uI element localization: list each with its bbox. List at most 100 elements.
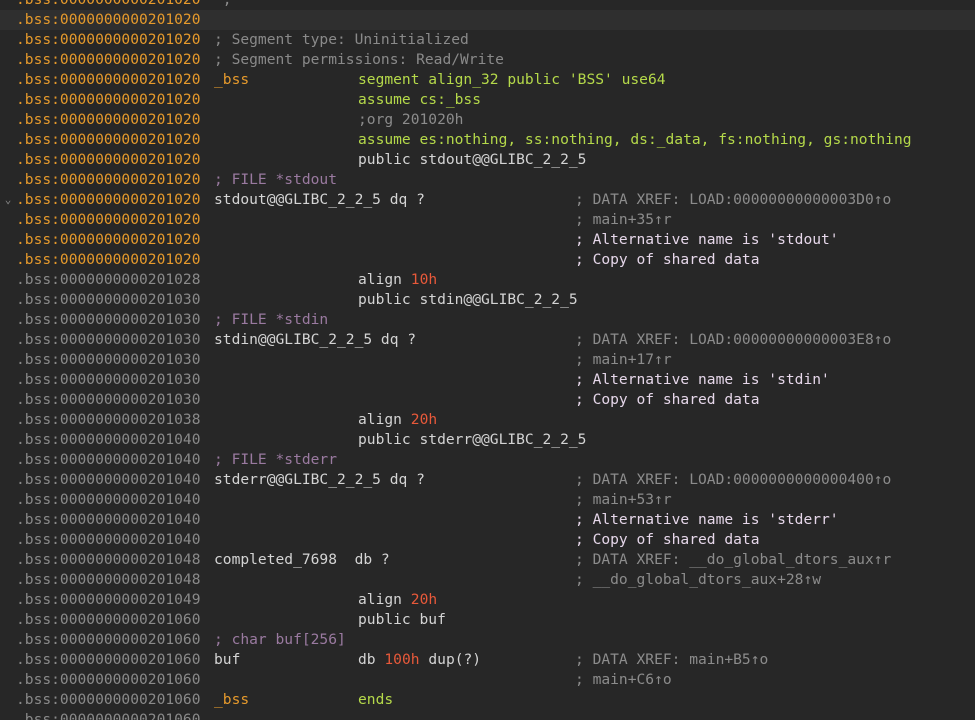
listing-line[interactable]: .bss:0000000000201048 completed_7698 db ?…: [0, 550, 975, 570]
listing-line[interactable]: .bss:0000000000201020 ; main+35↑r: [0, 210, 975, 230]
line-address[interactable]: .bss:0000000000201060: [16, 690, 201, 710]
instruction-text[interactable]: public stdout@@GLIBC_2_2_5: [358, 150, 586, 170]
listing-line[interactable]: .bss:0000000000201040 ; FILE *stderr: [0, 450, 975, 470]
line-address[interactable]: .bss:0000000000201060: [16, 670, 201, 690]
line-address[interactable]: .bss:0000000000201040: [16, 530, 201, 550]
instruction-text[interactable]: assume cs:_bss: [358, 90, 481, 110]
instruction-text[interactable]: dup(?): [420, 650, 481, 670]
collapse-chevron-icon[interactable]: ⌄: [0, 190, 16, 210]
line-address[interactable]: .bss:0000000000201020: [16, 70, 201, 90]
listing-line[interactable]: .bss:0000000000201020 assume cs:_bss: [0, 90, 975, 110]
instruction-text[interactable]: align: [358, 590, 411, 610]
line-address[interactable]: .bss:0000000000201040: [16, 490, 201, 510]
instruction-text[interactable]: public stderr@@GLIBC_2_2_5: [358, 430, 586, 450]
listing-line[interactable]: .bss:0000000000201020 assume es:nothing, …: [0, 130, 975, 150]
comment-text[interactable]: ; Copy of shared data: [575, 250, 760, 270]
line-address[interactable]: .bss:0000000000201020: [16, 90, 201, 110]
comment-text[interactable]: ;: [214, 0, 232, 10]
line-address[interactable]: .bss:0000000000201040: [16, 470, 201, 490]
comment-text[interactable]: ; FILE *stdout: [214, 170, 337, 190]
line-address[interactable]: .bss:0000000000201020: [16, 30, 201, 50]
line-address[interactable]: .bss:0000000000201020: [16, 50, 201, 70]
operand-number[interactable]: 10h: [411, 270, 437, 290]
listing-line[interactable]: .bss:0000000000201020 ; Alternative name …: [0, 230, 975, 250]
label-text[interactable]: stdin@@GLIBC_2_2_5 dq ?: [214, 330, 416, 350]
line-address[interactable]: .bss:0000000000201030: [16, 390, 201, 410]
comment-text[interactable]: ; Alternative name is 'stderr': [575, 510, 839, 530]
line-address[interactable]: .bss:0000000000201020: [16, 170, 201, 190]
line-address[interactable]: .bss:0000000000201040: [16, 450, 201, 470]
line-address[interactable]: .bss:0000000000201030: [16, 370, 201, 390]
line-address[interactable]: .bss:0000000000201020: [16, 230, 201, 250]
operand-number[interactable]: 20h: [411, 590, 437, 610]
comment-text[interactable]: ; main+53↑r: [575, 490, 672, 510]
line-address[interactable]: .bss:0000000000201028: [16, 270, 201, 290]
comment-text[interactable]: ; DATA XREF: main+B5↑o: [575, 650, 768, 670]
line-address[interactable]: .bss:0000000000201020: [16, 110, 201, 130]
comment-text[interactable]: ; main+35↑r: [575, 210, 672, 230]
instruction-text[interactable]: align: [358, 270, 411, 290]
label-text[interactable]: _bss: [214, 70, 249, 90]
instruction-text[interactable]: ends: [358, 690, 393, 710]
listing-line[interactable]: .bss:0000000000201020 ; Copy of shared da…: [0, 250, 975, 270]
listing-line[interactable]: .bss:0000000000201049 align 20h: [0, 590, 975, 610]
line-address[interactable]: .bss:0000000000201030: [16, 330, 201, 350]
comment-text[interactable]: ; DATA XREF: LOAD:00000000000003E8↑o: [575, 330, 891, 350]
listing-line[interactable]: .bss:0000000000201040 stderr@@GLIBC_2_2_5…: [0, 470, 975, 490]
line-address[interactable]: .bss:0000000000201020: [16, 10, 201, 30]
comment-text[interactable]: ; DATA XREF: LOAD:0000000000000400↑o: [575, 470, 891, 490]
line-address[interactable]: .bss:0000000000201060: [16, 650, 201, 670]
listing-line[interactable]: .bss:0000000000201030 ; Copy of shared da…: [0, 390, 975, 410]
line-address[interactable]: .bss:0000000000201048: [16, 570, 201, 590]
disassembly-listing[interactable]: .bss:0000000000201020 ;.bss:000000000020…: [0, 0, 975, 720]
comment-text[interactable]: ;org 201020h: [358, 110, 463, 130]
comment-text[interactable]: ; DATA XREF: __do_global_dtors_aux↑r: [575, 550, 891, 570]
line-address[interactable]: .bss:0000000000201030: [16, 290, 201, 310]
comment-text[interactable]: ; Alternative name is 'stdout': [575, 230, 839, 250]
listing-line[interactable]: .bss:0000000000201020: [0, 10, 975, 30]
listing-line[interactable]: .bss:0000000000201060: [0, 710, 975, 720]
line-address[interactable]: .bss:0000000000201030: [16, 350, 201, 370]
label-text[interactable]: completed_7698 db ?: [214, 550, 390, 570]
line-address[interactable]: .bss:0000000000201060: [16, 630, 201, 650]
listing-line[interactable]: .bss:0000000000201030 stdin@@GLIBC_2_2_5 …: [0, 330, 975, 350]
label-text[interactable]: _bss: [214, 690, 249, 710]
listing-line[interactable]: .bss:0000000000201020 ; Segment type: Uni…: [0, 30, 975, 50]
listing-line[interactable]: .bss:0000000000201020 ;: [0, 0, 975, 10]
listing-line[interactable]: .bss:0000000000201060 ; char buf[256]: [0, 630, 975, 650]
comment-text[interactable]: ; Segment type: Uninitialized: [214, 30, 469, 50]
listing-line[interactable]: .bss:0000000000201030 ; FILE *stdin: [0, 310, 975, 330]
listing-line[interactable]: .bss:0000000000201040 ; main+53↑r: [0, 490, 975, 510]
comment-text[interactable]: ; Copy of shared data: [575, 390, 760, 410]
line-address[interactable]: .bss:0000000000201040: [16, 510, 201, 530]
line-address[interactable]: .bss:0000000000201020: [16, 190, 201, 210]
listing-line[interactable]: .bss:0000000000201060 buf db 100h dup(?) ; …: [0, 650, 975, 670]
operand-number[interactable]: 20h: [411, 410, 437, 430]
listing-line[interactable]: .bss:0000000000201020 ;org 201020h: [0, 110, 975, 130]
line-address[interactable]: .bss:0000000000201020: [16, 130, 201, 150]
line-address[interactable]: .bss:0000000000201049: [16, 590, 201, 610]
line-address[interactable]: .bss:0000000000201048: [16, 550, 201, 570]
listing-line[interactable]: .bss:0000000000201020 public stdout@@GLIB…: [0, 150, 975, 170]
listing-line[interactable]: .bss:0000000000201060 public buf: [0, 610, 975, 630]
listing-line[interactable]: .bss:0000000000201030 ; main+17↑r: [0, 350, 975, 370]
comment-text[interactable]: ; DATA XREF: LOAD:00000000000003D0↑o: [575, 190, 891, 210]
listing-line[interactable]: .bss:0000000000201030 ; Alternative name …: [0, 370, 975, 390]
instruction-text[interactable]: align: [358, 410, 411, 430]
operand-number[interactable]: 100h: [384, 650, 419, 670]
comment-text[interactable]: ; FILE *stdin: [214, 310, 328, 330]
line-address[interactable]: .bss:0000000000201020: [16, 210, 201, 230]
line-address[interactable]: .bss:0000000000201040: [16, 430, 201, 450]
listing-line[interactable]: .bss:0000000000201028 align 10h: [0, 270, 975, 290]
line-address[interactable]: .bss:0000000000201060: [16, 710, 201, 720]
listing-line[interactable]: ⌄ .bss:0000000000201020 stdout@@GLIBC_2_2_…: [0, 190, 975, 210]
listing-line[interactable]: .bss:0000000000201020 _bss segment align_3…: [0, 70, 975, 90]
comment-text[interactable]: ; Segment permissions: Read/Write: [214, 50, 504, 70]
comment-text[interactable]: ; Alternative name is 'stdin': [575, 370, 830, 390]
label-text[interactable]: stdout@@GLIBC_2_2_5 dq ?: [214, 190, 425, 210]
instruction-text[interactable]: public buf: [358, 610, 446, 630]
comment-text[interactable]: ; Copy of shared data: [575, 530, 760, 550]
line-address[interactable]: .bss:0000000000201030: [16, 310, 201, 330]
label-text[interactable]: stderr@@GLIBC_2_2_5 dq ?: [214, 470, 425, 490]
label-text[interactable]: buf: [214, 650, 240, 670]
